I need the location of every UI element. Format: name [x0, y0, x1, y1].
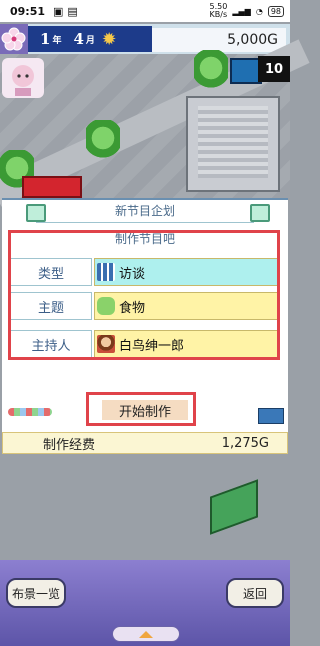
character-avatar-icon[interactable]	[2, 58, 44, 98]
tree-icon	[194, 50, 228, 90]
set-list-button[interactable]: 布景一览	[6, 578, 66, 608]
shop-roof	[22, 176, 82, 198]
month-unit: 月	[85, 35, 95, 46]
tree-icon	[86, 120, 120, 160]
decor-strip	[8, 408, 52, 416]
year-unit: 年	[52, 35, 62, 46]
cost-label: 制作经费	[43, 437, 96, 453]
status-notification-icons: ▣ ▤	[53, 5, 78, 18]
status-right: 5.50 KB/s ▂▄▆ ◔ 98	[210, 3, 284, 19]
cost-value: 1,275G	[221, 435, 269, 451]
cherry-blossom-icon[interactable]	[0, 24, 28, 54]
back-button[interactable]: 返回	[226, 578, 284, 608]
up-arrow-icon	[139, 630, 153, 638]
rows-highlight-box	[8, 230, 280, 360]
sun-icon: ✹	[102, 30, 116, 48]
notification-icon: ▣	[53, 4, 64, 18]
battery-icon: 98	[267, 5, 284, 17]
money-display: 5,000G	[152, 28, 286, 52]
green-bench	[210, 479, 258, 535]
wifi-icon: ◔	[255, 6, 263, 16]
start-production-button[interactable]: 开始制作	[102, 400, 188, 420]
title-divider	[36, 222, 254, 223]
production-cost-bar: 制作经费 1,275G	[2, 432, 288, 454]
status-time: 09:51	[10, 4, 46, 18]
book-icon	[258, 408, 284, 424]
expand-up-button[interactable]	[112, 626, 180, 642]
game-date[interactable]: 1 年 4 月 ✹	[28, 26, 152, 52]
year-value: 1	[40, 30, 51, 48]
office-building	[186, 96, 280, 192]
net-speed: 5.50 KB/s	[209, 2, 228, 19]
month-value: 4	[73, 30, 84, 48]
tv-count: 10	[258, 56, 290, 82]
dialog-title: 新节目企划	[114, 204, 175, 218]
signal-icon: ▂▄▆	[232, 6, 251, 16]
status-bar: 09:51 ▣ ▤ 5.50 KB/s ▂▄▆ ◔ 98	[0, 0, 290, 22]
notification-icon-2: ▤	[67, 4, 78, 18]
